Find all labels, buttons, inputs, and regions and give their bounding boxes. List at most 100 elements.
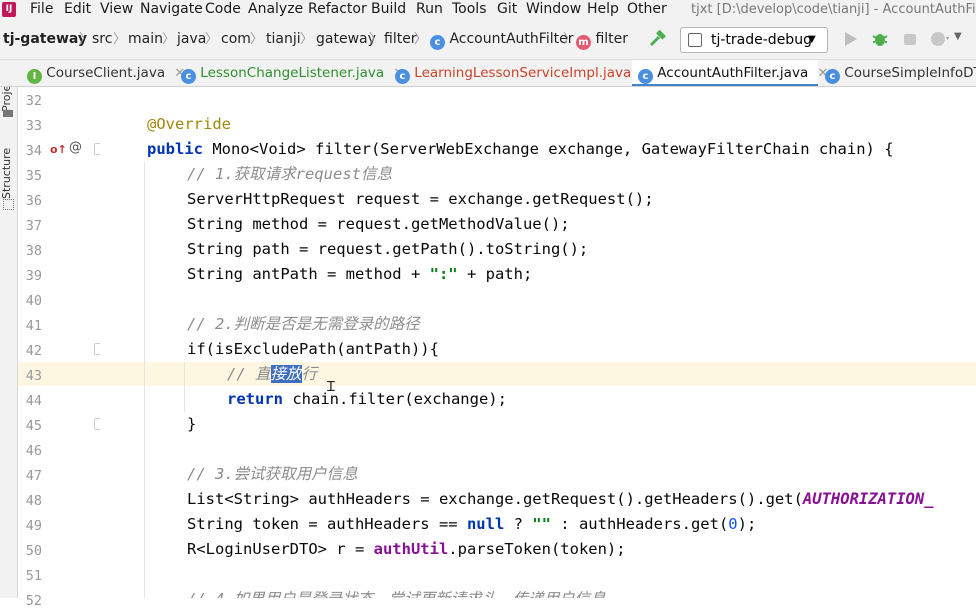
menu-help[interactable]: Help [587,0,619,19]
line-number: 51 [25,568,42,584]
menu-analyze[interactable]: Analyze [248,0,303,19]
line-number: 38 [25,243,42,259]
interface-icon: I [27,69,42,84]
breadcrumb-method[interactable]: m filter [576,20,628,59]
line-number: 40 [25,293,42,309]
debug-icon[interactable] [871,30,889,52]
tab-accountauthfilter[interactable]: c AccountAuthFilter.java ✕ [632,60,828,86]
window-title: tjxt [D:\develop\code\tianji] - AccountA… [691,2,976,17]
breadcrumb-separator-icon: 〉 [563,32,577,47]
code-line-34: public Mono<Void> filter(ServerWebExchan… [147,140,894,158]
line-number: 37 [25,218,42,234]
line-number: 32 [25,93,42,109]
run-config-icon [688,33,702,47]
breadcrumb-project[interactable]: tj-gateway [3,20,87,59]
line-number: 36 [25,193,42,209]
breadcrumb-gateway[interactable]: gateway [316,20,376,59]
menu-refactor[interactable]: Refactor [308,0,367,19]
code-line-41: // 2.判断是否是无需登录的路径 [187,315,420,333]
text-selection: 接放 [270,365,302,383]
breadcrumb-filter-package[interactable]: filter [384,20,417,59]
menu-navigate[interactable]: Navigate [140,0,203,19]
menu-other[interactable]: Other [627,0,667,19]
tab-label: LearningLessonServiceImpl.java [414,65,632,81]
tab-label: AccountAuthFilter.java [657,65,809,81]
line-number: 50 [25,543,42,559]
line-number: 47 [25,468,42,484]
structure-icon [3,199,14,210]
tab-coursesimpleinfodto[interactable]: c CourseSimpleInfoDTO [818,60,976,86]
tab-learninglessonserviceimpl[interactable]: c LearningLessonServiceImpl.java ✕ [388,60,652,86]
breadcrumb-separator-icon: 〉 [369,32,383,47]
breadcrumb-class[interactable]: c AccountAuthFilter [430,20,573,59]
code-line-45: } [187,415,197,433]
code-line-50: R<LoginUserDTO> r = authUtil.parseToken(… [187,540,626,558]
menu-build[interactable]: Build [371,0,406,19]
line-number: 42 [25,343,42,359]
run-icon[interactable] [843,30,859,52]
annotation-marker-icon: @ [69,140,82,155]
tab-label: CourseClient.java [46,65,166,81]
menu-code[interactable]: Code [205,0,241,19]
line-number: 46 [25,443,42,459]
breadcrumb-java[interactable]: java [177,20,206,59]
indent-guide [184,362,185,412]
profiler-icon[interactable] [929,30,949,52]
code-line-48: List<String> authHeaders = exchange.getR… [187,490,934,508]
folder-icon [3,110,13,117]
line-number: 43 [25,368,42,384]
method-icon: m [576,35,591,50]
menu-file[interactable]: File [30,0,53,19]
breadcrumb-tianji[interactable]: tianji [266,20,301,59]
more-actions-chevron-icon[interactable]: ▼ [954,31,962,42]
menu-tools[interactable]: Tools [452,0,487,19]
tab-lessonchangelistener[interactable]: c LessonChangeListener.java ✕ [175,60,404,86]
code-line-37: String method = request.getMethodValue()… [187,215,570,233]
menu-run[interactable]: Run [416,0,443,19]
structure-tool-window-button[interactable]: Structure [0,142,17,204]
code-line-52: // 4.如果用户是登录状态，尝试更新请求头，传递用户信息 [187,587,606,598]
editor-tab-bar: I CourseClient.java ✕ c LessonChangeList… [0,60,976,87]
line-number: 45 [25,418,42,434]
build-hammer-icon[interactable] [648,29,668,53]
breadcrumb-com[interactable]: com [221,20,251,59]
run-config-label: tj-trade-debug [711,32,812,48]
run-configuration-select[interactable]: tj-trade-debug ▼ [680,27,828,53]
code-line-39: String antPath = method + ":" + path; [187,265,533,283]
code-line-44: return chain.filter(exchange); [227,390,507,408]
line-number: 48 [25,493,42,509]
chevron-down-icon: ▼ [808,34,816,45]
class-icon: c [430,35,445,50]
breadcrumb-separator-icon: 〉 [250,32,264,47]
menu-git[interactable]: Git [497,0,517,19]
coverage-icon[interactable] [901,30,919,52]
breadcrumb-separator-icon: 〉 [79,32,93,47]
line-number: 33 [25,118,42,134]
tab-courseclient[interactable]: I CourseClient.java ✕ [20,60,185,86]
breadcrumb-src[interactable]: src [92,20,112,59]
override-marker-icon[interactable]: o↑ [50,143,67,156]
tab-label: LessonChangeListener.java [200,65,385,81]
line-number: 39 [25,268,42,284]
menu-view[interactable]: View [100,0,133,19]
menu-bar: IJ File Edit View Navigate Code Analyze … [0,0,976,20]
line-number: 34 [25,143,42,159]
breadcrumb-separator-icon: 〉 [205,32,219,47]
code-line-47: // 3.尝试获取用户信息 [187,465,358,483]
code-editor[interactable]: @Override public Mono<Void> filter(Serve… [100,87,976,598]
breadcrumb-separator-icon: 〉 [113,32,127,47]
code-line-35: // 1.获取请求request信息 [187,165,392,183]
indent-guide [144,162,145,598]
code-line-38: String path = request.getPath().toString… [187,240,589,258]
left-tool-strip: Project Structure [0,60,18,598]
line-number: 49 [25,518,42,534]
menu-edit[interactable]: Edit [64,0,91,19]
breadcrumb-main[interactable]: main [128,20,163,59]
code-line-42: if(isExcludePath(antPath)){ [187,340,439,358]
navigation-bar: tj-gateway 〉 src 〉 main 〉 java 〉 com 〉 t… [0,20,976,60]
tab-label: CourseSimpleInfoDTO [844,65,976,81]
menu-window[interactable]: Window [526,0,581,19]
breadcrumb-separator-icon: 〉 [162,32,176,47]
class-icon: c [825,69,840,84]
intellij-logo-icon: IJ [2,2,16,17]
